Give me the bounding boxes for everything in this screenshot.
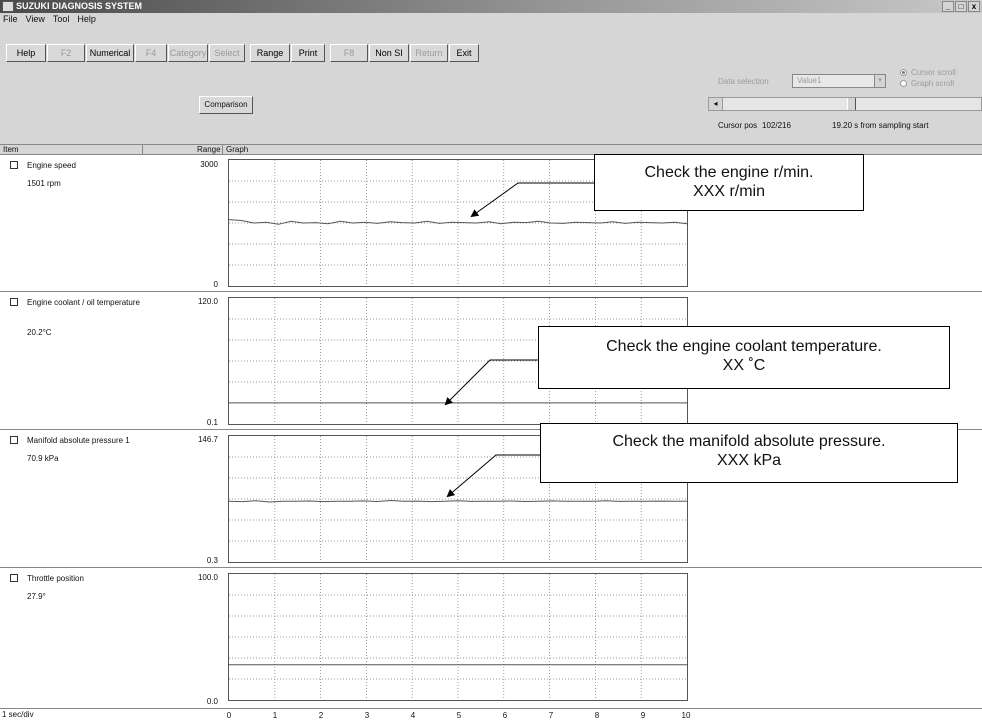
callout-line: XXX r/min — [692, 183, 765, 200]
numerical-button[interactable]: Numerical — [86, 44, 134, 62]
row-checkbox[interactable] — [10, 161, 18, 169]
menu-file[interactable]: File — [3, 13, 18, 26]
item-value: 20.2°C — [27, 328, 52, 337]
select-button[interactable]: Select — [209, 44, 245, 62]
data-row: Throttle position 27.9° 100.0 0.0 — [0, 568, 982, 709]
item-name: Manifold absolute pressure 1 — [27, 436, 130, 445]
callout-engine-speed: Check the engine r/min. XXX r/min — [594, 154, 864, 211]
menu-tool[interactable]: Tool — [53, 13, 70, 26]
cursor-scroll-label: Cursor scroll — [911, 68, 956, 77]
col-item[interactable]: Item — [3, 145, 19, 154]
graph-plot[interactable] — [228, 573, 688, 701]
menu-view[interactable]: View — [26, 13, 45, 26]
cursor-pos-label: Cursor pos — [718, 121, 758, 130]
print-button[interactable]: Print — [291, 44, 325, 62]
graph-scroll-label: Graph scroll — [911, 79, 955, 88]
callout-coolant-temp: Check the engine coolant temperature. XX… — [538, 326, 950, 389]
x-tick: 7 — [548, 711, 554, 720]
cursor-scrollbar[interactable]: ◂ — [708, 97, 982, 111]
cursor-pos-value: 102/216 — [762, 121, 791, 130]
category-button[interactable]: Category — [168, 44, 208, 62]
data-selection-value: Value1 — [797, 76, 822, 85]
toolbar: Help F2 Numerical F4 Category Select Ran… — [0, 26, 982, 66]
data-selection-label: Data selection — [718, 77, 769, 86]
cursor-scroll-radio[interactable] — [900, 69, 907, 76]
non-si-button[interactable]: Non SI — [369, 44, 409, 62]
x-tick: 6 — [502, 711, 508, 720]
item-value: 1501 rpm — [27, 179, 61, 188]
return-button[interactable]: Return — [410, 44, 448, 62]
row-checkbox[interactable] — [10, 574, 18, 582]
close-icon[interactable]: x — [968, 1, 980, 12]
exit-button[interactable]: Exit — [449, 44, 479, 62]
minimize-icon[interactable]: _ — [942, 1, 954, 12]
x-tick: 10 — [681, 711, 691, 720]
callout-line: Check the engine coolant temperature. — [606, 338, 882, 355]
graph-scroll-radio[interactable] — [900, 80, 907, 87]
series-line — [229, 499, 688, 503]
control-panel: Comparison Data selection Value1 ▾ Curso… — [0, 66, 982, 144]
f8-button[interactable]: F8 — [330, 44, 368, 62]
chevron-down-icon[interactable]: ▾ — [874, 75, 885, 87]
row-checkbox[interactable] — [10, 436, 18, 444]
x-tick: 4 — [410, 711, 416, 720]
x-tick: 1 — [272, 711, 278, 720]
item-name: Engine speed — [27, 161, 76, 170]
menu-bar: File View Tool Help — [0, 13, 982, 26]
comparison-button[interactable]: Comparison — [199, 96, 253, 114]
x-tick: 9 — [640, 711, 646, 720]
range-max: 146.7 — [197, 435, 218, 444]
menu-help[interactable]: Help — [77, 13, 96, 26]
scroll-thumb[interactable] — [847, 98, 856, 110]
callout-line: XX ˚C — [722, 357, 766, 374]
data-selection-dropdown[interactable]: Value1 ▾ — [792, 74, 886, 88]
x-tick: 0 — [226, 711, 232, 720]
sampling-time: 19.20 s from sampling start — [832, 121, 929, 130]
f2-button[interactable]: F2 — [47, 44, 85, 62]
scroll-left-icon[interactable]: ◂ — [709, 98, 723, 110]
app-icon — [2, 1, 14, 12]
maximize-icon[interactable]: □ — [955, 1, 967, 12]
range-min: 0.0 — [206, 697, 218, 706]
x-tick: 5 — [456, 711, 462, 720]
col-range[interactable]: Range — [197, 145, 221, 154]
range-max: 120.0 — [197, 297, 218, 306]
callout-line: Check the engine r/min. — [644, 164, 814, 181]
row-checkbox[interactable] — [10, 298, 18, 306]
time-scale: 1 sec/div — [2, 710, 34, 719]
callout-line: Check the manifold absolute pressure. — [612, 433, 886, 450]
range-min: 0.1 — [206, 418, 218, 427]
x-tick: 2 — [318, 711, 324, 720]
callout-line: XXX kPa — [716, 452, 782, 469]
range-max: 100.0 — [197, 573, 218, 582]
item-name: Engine coolant / oil temperature — [27, 298, 140, 307]
window-title: SUZUKI DIAGNOSIS SYSTEM — [16, 1, 143, 11]
item-name: Throttle position — [27, 574, 84, 583]
range-min: 0.3 — [206, 556, 218, 565]
item-value: 70.9 kPa — [27, 454, 59, 463]
help-button[interactable]: Help — [6, 44, 46, 62]
x-tick: 3 — [364, 711, 370, 720]
range-min: 0 — [213, 280, 218, 289]
callout-map: Check the manifold absolute pressure. XX… — [540, 423, 958, 483]
x-tick: 8 — [594, 711, 600, 720]
range-button[interactable]: Range — [250, 44, 290, 62]
item-value: 27.9° — [27, 592, 46, 601]
window-title-bar: SUZUKI DIAGNOSIS SYSTEM _ □ x — [0, 0, 982, 13]
col-graph[interactable]: Graph — [226, 145, 248, 154]
f4-button[interactable]: F4 — [135, 44, 167, 62]
range-max: 3000 — [200, 160, 218, 169]
